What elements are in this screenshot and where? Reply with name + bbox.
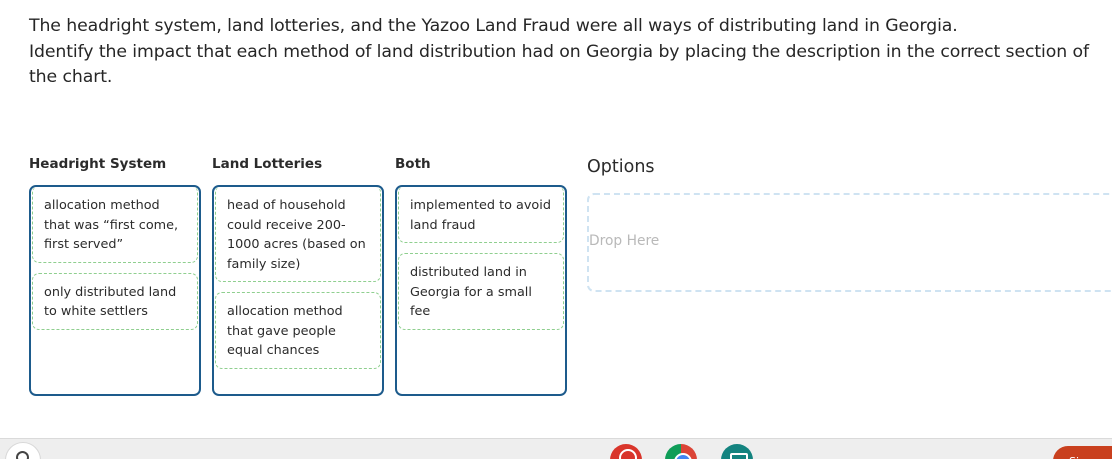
taskbar [0,438,1112,459]
drop-column-land-lotteries[interactable]: head of household could receive 200-1000… [212,185,384,396]
drop-column-headright[interactable]: allocation method that was “first come, … [29,185,201,396]
question-line-2: Identify the impact that each method of … [29,41,1089,88]
options-title: Options [587,157,655,177]
draggable-card[interactable]: allocation method that was “first come, … [32,187,198,263]
draggable-card[interactable]: only distributed land to white settlers [32,272,198,330]
column-header-both: Both [395,156,431,172]
draggable-card[interactable]: allocation method that gave people equal… [215,292,381,369]
sign-in-button[interactable]: Sign o [1053,446,1112,459]
column-header-land-lotteries: Land Lotteries [212,156,323,172]
draggable-card[interactable]: distributed land in Georgia for a small … [398,253,564,330]
question-line-1: The headright system, land lotteries, an… [29,16,958,36]
drop-placeholder: Drop Here [589,233,660,249]
drop-column-both[interactable]: implemented to avoid land fraud distribu… [395,185,567,396]
search-icon [16,451,29,459]
question-prompt: The headright system, land lotteries, an… [29,14,1109,91]
options-drop-zone[interactable]: Drop Here [587,193,1112,292]
draggable-card[interactable]: implemented to avoid land fraud [398,187,564,243]
draggable-card[interactable]: head of household could receive 200-1000… [215,187,381,282]
column-header-headright: Headright System [29,156,167,172]
